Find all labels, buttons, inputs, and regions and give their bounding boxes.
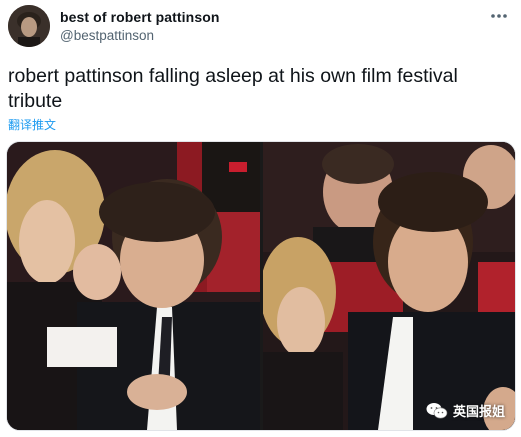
- user-handle[interactable]: @bestpattinson: [60, 28, 154, 43]
- avatar-image: [8, 5, 50, 47]
- photo-left[interactable]: [7, 142, 260, 430]
- avatar[interactable]: [8, 5, 50, 47]
- translate-tweet-link[interactable]: 翻译推文: [8, 116, 56, 133]
- display-name[interactable]: best of robert pattinson: [60, 9, 220, 25]
- tweet-text: robert pattinson falling asleep at his o…: [8, 65, 458, 112]
- watermark-text: 英国报姐: [452, 404, 505, 419]
- wechat-icon: [426, 402, 448, 420]
- more-dots-icon[interactable]: [487, 6, 511, 26]
- tweet-media[interactable]: 英国报姐: [6, 141, 516, 431]
- watermark: 英国报姐: [426, 401, 505, 420]
- photo-right[interactable]: [263, 142, 515, 430]
